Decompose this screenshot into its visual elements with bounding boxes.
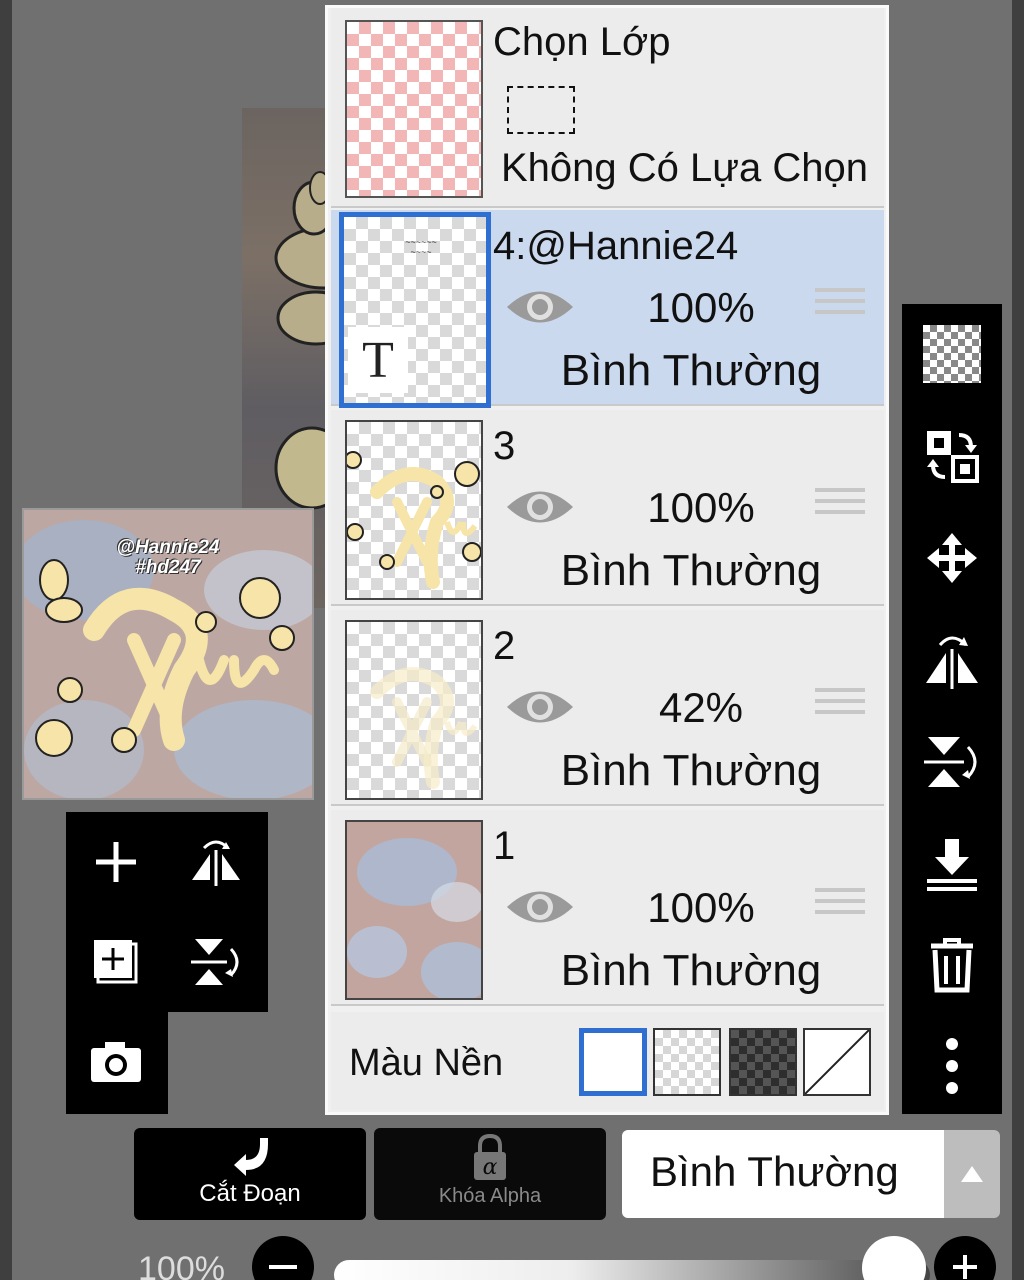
flip-vertical-button[interactable] (166, 912, 266, 1012)
background-color-label: Màu Nền (349, 1042, 504, 1084)
eye-icon[interactable] (505, 684, 575, 730)
layer-row-1[interactable]: 1 100% Bình Thường (331, 810, 884, 1006)
triangle-up-icon (961, 1166, 983, 1182)
blend-mode-dropdown-button[interactable] (944, 1130, 1000, 1218)
background-color-row: Màu Nền (331, 1012, 884, 1110)
selection-layer-row[interactable]: Chọn Lớp Không Có Lựa Chọn (331, 8, 884, 208)
svg-text:α: α (483, 1155, 498, 1180)
drag-handle-icon[interactable] (815, 888, 865, 928)
opacity-increase-button[interactable] (934, 1236, 996, 1280)
layer-opacity-2: 42% (658, 684, 744, 731)
layer-opacity-1: 100% (647, 884, 755, 931)
layer-name-3: 3 (493, 424, 516, 468)
preview-watermark-handle: @Hannie24 (116, 537, 220, 558)
left-tool-palette-bottom (66, 1012, 168, 1114)
layer-thumb-text: ~~~~~~ ~~~~ (405, 237, 437, 257)
bg-swatch-none[interactable] (803, 1028, 871, 1096)
right-toolbar (902, 304, 1002, 1114)
alpha-lock-icon: α (474, 1134, 506, 1180)
layer-blend-4: Bình Thường (560, 346, 822, 395)
bg-swatch-transparent-light[interactable] (653, 1028, 721, 1096)
flip-horizontal-icon (192, 840, 240, 886)
add-layer-button[interactable] (66, 812, 166, 912)
merge-down-icon (927, 839, 977, 891)
eye-icon[interactable] (505, 884, 575, 930)
canvas-preview[interactable]: @Hannie24 #hd247 (22, 508, 314, 800)
drag-handle-icon[interactable] (815, 688, 865, 728)
camera-button[interactable] (66, 1012, 166, 1112)
flip-vertical-button[interactable] (902, 712, 1002, 812)
more-options-icon (946, 1038, 958, 1094)
selection-status: Không Có Lựa Chọn (501, 146, 869, 190)
bg-swatch-white[interactable] (579, 1028, 647, 1096)
flip-vertical-icon (924, 737, 977, 787)
layers-panel: Chọn Lớp Không Có Lựa Chọn ~~~~~~ ~~~~ T … (325, 5, 889, 1115)
flip-horizontal-icon (926, 636, 978, 689)
opacity-slider-row: 100% (0, 1236, 1024, 1280)
clipping-button[interactable]: Cắt Đoạn (134, 1128, 366, 1220)
layer-blend-2: Bình Thường (560, 746, 822, 795)
trash-icon (931, 938, 973, 993)
layer-1-photo (347, 822, 481, 998)
layer-2-art (370, 667, 478, 789)
drag-handle-icon[interactable] (815, 288, 865, 328)
flip-horizontal-button[interactable] (166, 812, 266, 912)
add-copy-layer-button[interactable] (66, 912, 166, 1012)
transparency-button[interactable] (902, 304, 1002, 404)
layer-name-1: 1 (493, 824, 516, 868)
layer-blend-3: Bình Thường (560, 546, 822, 595)
layer-blend-1: Bình Thường (560, 946, 822, 995)
layer-row-2[interactable]: 2 42% Bình Thường (331, 610, 884, 806)
add-copy-icon (94, 940, 138, 984)
no-background-icon (805, 1030, 869, 1094)
move-icon (927, 533, 977, 583)
layer-thumbnail-1 (345, 820, 483, 1000)
more-options-button[interactable] (902, 1016, 1002, 1116)
layer-opacity-3: 100% (647, 484, 755, 531)
plus-icon (953, 1255, 977, 1279)
drag-handle-icon[interactable] (815, 488, 865, 528)
clipping-label: Cắt Đoạn (199, 1180, 301, 1207)
eye-icon[interactable] (505, 484, 575, 530)
add-layer-icon (96, 842, 136, 882)
layer-name-2: 2 (493, 624, 516, 668)
layer-opacity-4: 100% (647, 284, 755, 331)
marquee-icon (507, 86, 575, 134)
swap-layers-button[interactable] (902, 406, 1002, 506)
clip-arrow-icon (234, 1138, 268, 1176)
alpha-lock-button[interactable]: α Khóa Alpha (374, 1128, 606, 1220)
flip-horizontal-button[interactable] (902, 610, 1002, 710)
bg-swatch-transparent-dark[interactable] (729, 1028, 797, 1096)
opacity-decrease-button[interactable] (252, 1236, 314, 1280)
text-layer-badge: T (348, 327, 408, 393)
blend-mode-select[interactable]: Bình Thường (622, 1130, 944, 1218)
eye-icon[interactable] (505, 284, 575, 330)
flip-vertical-icon (191, 939, 239, 985)
window-frame-left (0, 0, 12, 1280)
layer-3-art (347, 451, 481, 589)
layer-name-4: 4:@Hannie24 (493, 224, 739, 268)
merge-down-button[interactable] (902, 814, 1002, 914)
camera-icon (91, 1042, 141, 1082)
opacity-slider-knob[interactable] (862, 1236, 926, 1280)
layer-thumbnail-2 (345, 620, 483, 800)
swap-layers-icon (927, 431, 979, 483)
layer-thumbnail-4: ~~~~~~ ~~~~ T (339, 212, 491, 408)
minus-icon (269, 1265, 297, 1269)
layer-row-3[interactable]: 3 100% Bình Thường (331, 410, 884, 606)
layer-thumbnail-3 (345, 420, 483, 600)
blend-mode-value: Bình Thường (650, 1148, 899, 1195)
left-tool-palette (66, 812, 268, 1012)
selection-title: Chọn Lớp (493, 20, 671, 64)
preview-watermark-tag: #hd247 (135, 557, 201, 578)
layer-row-4[interactable]: ~~~~~~ ~~~~ T 4:@Hannie24 100% Bình Thườn… (331, 210, 884, 408)
opacity-slider[interactable] (334, 1260, 930, 1280)
delete-layer-button[interactable] (902, 914, 1002, 1014)
transparency-icon (923, 325, 981, 383)
selection-thumbnail (345, 20, 483, 198)
move-button[interactable] (902, 508, 1002, 608)
alpha-lock-label: Khóa Alpha (438, 1185, 542, 1207)
window-frame-right (1012, 0, 1024, 1280)
opacity-value: 100% (138, 1250, 225, 1280)
